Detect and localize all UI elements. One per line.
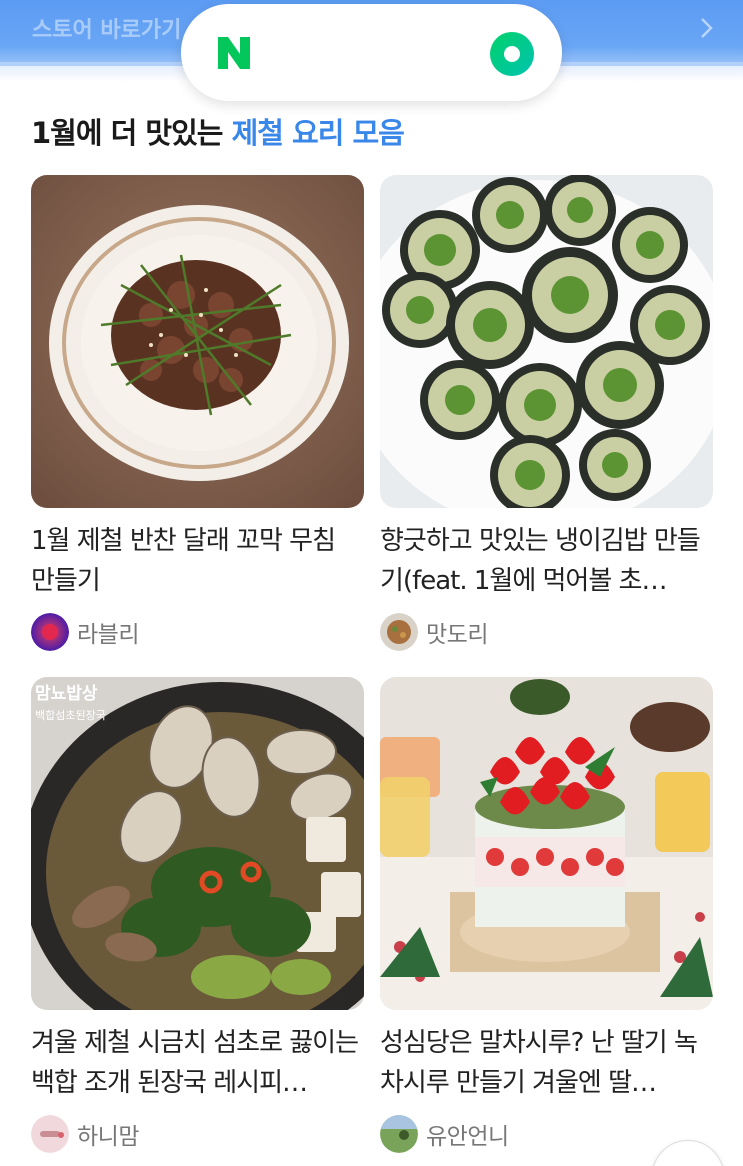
author-name: 하니맘 <box>77 1124 139 1150</box>
chevron-right-icon <box>701 18 713 38</box>
image-overlay-tag: 맘뇨밥상 <box>35 684 98 704</box>
recipe-thumbnail[interactable]: 맘뇨밥상 백합섬초된장국 <box>31 677 364 1010</box>
image-overlay-subtag: 백합섬초된장국 <box>35 709 106 722</box>
author-name: 유안언니 <box>426 1124 509 1150</box>
recipe-thumbnail[interactable] <box>380 175 713 508</box>
naver-logo-icon[interactable] <box>215 34 253 72</box>
recipe-title[interactable]: 향긋하고 맛있는 냉이김밥 만들기(feat. 1월에 먹어볼 초… <box>380 521 713 601</box>
author-name: 라블리 <box>77 622 139 648</box>
recipe-title[interactable]: 1월 제철 반찬 달래 꼬막 무침 만들기 <box>31 521 364 601</box>
author-row[interactable]: 하니맘 <box>31 1115 364 1153</box>
recipe-title[interactable]: 성심당은 말차시루? 난 딸기 녹차시루 만들기 겨울엔 딸… <box>380 1023 713 1103</box>
recipe-card[interactable]: 향긋하고 맛있는 냉이김밥 만들기(feat. 1월에 먹어볼 초… 맛도리 <box>380 175 713 651</box>
naver-search-bar[interactable] <box>181 4 562 101</box>
recipe-card[interactable]: 맘뇨밥상 백합섬초된장국 겨울 제철 시금치 섬초로 끓이는 백합 조개 된장국… <box>31 677 364 1153</box>
author-row[interactable]: 유안언니 <box>380 1115 713 1153</box>
author-avatar <box>380 613 418 651</box>
banner-text: 스토어 바로가기 <box>32 18 182 43</box>
author-avatar <box>31 1115 69 1153</box>
author-name: 맛도리 <box>426 622 488 648</box>
recipe-card[interactable]: 성심당은 말차시루? 난 딸기 녹차시루 만들기 겨울엔 딸… 유안언니 <box>380 677 713 1153</box>
green-circle-icon[interactable] <box>490 32 534 76</box>
author-row[interactable]: 라블리 <box>31 613 364 651</box>
section-title: 1월에 더 맛있는 제철 요리 모음 <box>31 110 405 152</box>
recipe-thumbnail[interactable] <box>31 175 364 508</box>
section-title-accent: 제철 요리 모음 <box>231 116 405 150</box>
recipe-card[interactable]: 1월 제철 반찬 달래 꼬막 무침 만들기 라블리 <box>31 175 364 651</box>
author-row[interactable]: 맛도리 <box>380 613 713 651</box>
recipe-thumbnail[interactable] <box>380 677 713 1010</box>
recipe-title[interactable]: 겨울 제철 시금치 섬초로 끓이는 백합 조개 된장국 레시피… <box>31 1023 364 1103</box>
section-title-prefix: 1월에 더 맛있는 <box>31 116 223 150</box>
author-avatar <box>380 1115 418 1153</box>
author-avatar <box>31 613 69 651</box>
